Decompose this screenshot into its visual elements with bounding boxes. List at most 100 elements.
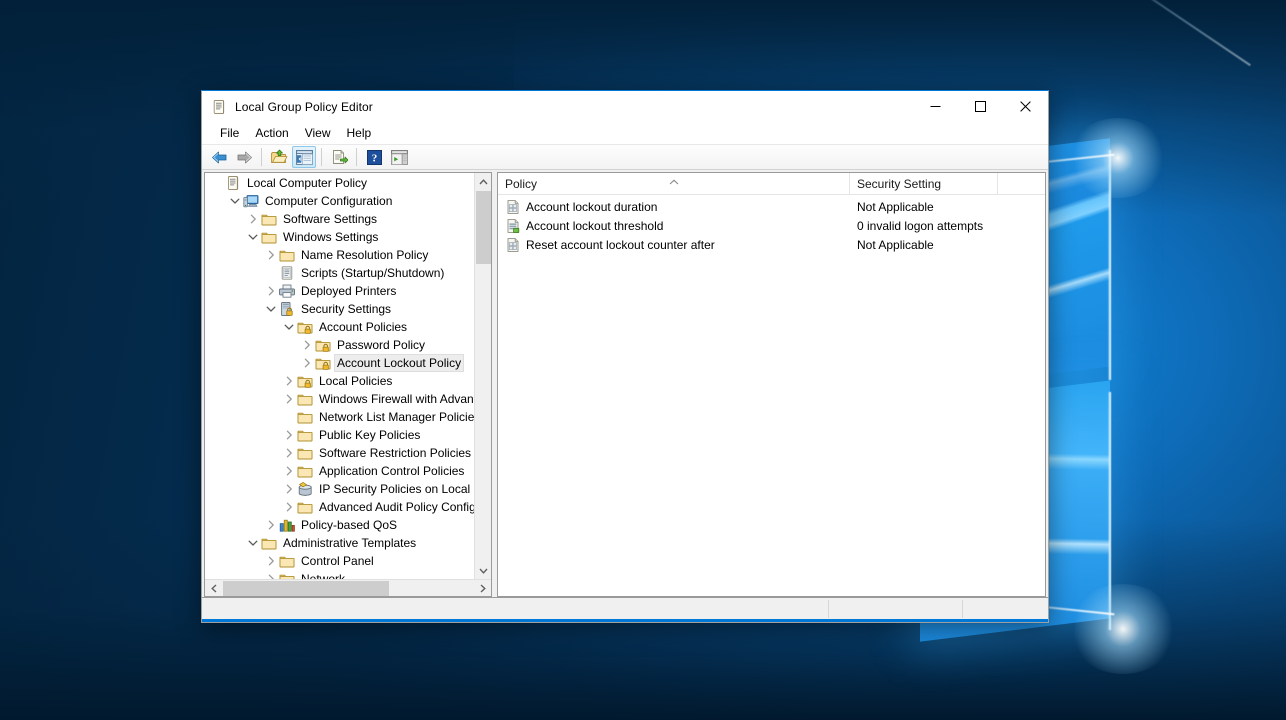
tree-item[interactable]: Software Restriction Policies bbox=[205, 444, 474, 462]
show-hide-console-tree-button[interactable] bbox=[292, 146, 316, 168]
chevron-down-icon[interactable] bbox=[263, 301, 279, 317]
tree-item[interactable]: Software Settings bbox=[205, 210, 474, 228]
maximize-button[interactable] bbox=[958, 91, 1003, 122]
tree-item[interactable]: Administrative Templates bbox=[205, 534, 474, 552]
folder-icon bbox=[261, 211, 277, 227]
chevron-right-icon[interactable] bbox=[281, 499, 297, 515]
sort-ascending-icon bbox=[668, 174, 679, 188]
tree-item[interactable]: Network bbox=[205, 570, 474, 579]
tree-item[interactable]: Public Key Policies bbox=[205, 426, 474, 444]
menu-file[interactable]: File bbox=[212, 124, 247, 142]
minimize-button[interactable] bbox=[913, 91, 958, 122]
toolbar-separator bbox=[356, 148, 357, 166]
locked-folder-icon bbox=[315, 355, 331, 371]
window-bottom-accent bbox=[202, 619, 1048, 622]
folder-icon bbox=[261, 535, 277, 551]
locked-folder-icon bbox=[315, 337, 331, 353]
column-header-security-setting[interactable]: Security Setting bbox=[850, 173, 998, 195]
chevron-right-icon[interactable] bbox=[281, 391, 297, 407]
tree-item-label: Public Key Policies bbox=[316, 427, 423, 443]
tree-item-label: Local Computer Policy bbox=[244, 175, 370, 191]
chevron-right-icon[interactable] bbox=[281, 463, 297, 479]
window-title-bar[interactable]: Local Group Policy Editor bbox=[202, 91, 1048, 122]
chevron-right-icon[interactable] bbox=[245, 211, 261, 227]
tree-item[interactable]: Advanced Audit Policy Configuration bbox=[205, 498, 474, 516]
close-button[interactable] bbox=[1003, 91, 1048, 122]
column-header-empty[interactable] bbox=[998, 173, 1045, 195]
show-hide-action-pane-button[interactable] bbox=[387, 146, 411, 168]
chevron-down-icon[interactable] bbox=[245, 229, 261, 245]
tree-vertical-scrollbar[interactable] bbox=[474, 173, 491, 579]
security-settings-icon bbox=[279, 301, 295, 317]
export-list-button[interactable] bbox=[327, 146, 351, 168]
chevron-down-icon[interactable] bbox=[245, 535, 261, 551]
tree-item-label: Software Settings bbox=[280, 211, 380, 227]
column-header-policy[interactable]: Policy bbox=[498, 173, 850, 195]
security-setting-cell: 0 invalid logon attempts bbox=[850, 219, 1045, 233]
ip-security-icon bbox=[297, 481, 313, 497]
status-pane-main bbox=[202, 598, 828, 620]
tree-scrollbar-thumb[interactable] bbox=[476, 191, 491, 264]
tree-item-label: Network List Manager Policies bbox=[316, 409, 474, 425]
chevron-right-icon[interactable] bbox=[281, 445, 297, 461]
chevron-down-icon[interactable] bbox=[227, 193, 243, 209]
tree-item[interactable]: Account Lockout Policy bbox=[205, 354, 474, 372]
chevron-right-icon[interactable] bbox=[263, 517, 279, 533]
tree-item[interactable]: IP Security Policies on Local Computer bbox=[205, 480, 474, 498]
menu-help[interactable]: Help bbox=[339, 124, 380, 142]
chevron-right-icon[interactable] bbox=[281, 481, 297, 497]
policy-document-icon bbox=[211, 99, 227, 115]
tree-item[interactable]: Computer Configuration bbox=[205, 192, 474, 210]
tree-item[interactable]: Windows Firewall with Advanced Security bbox=[205, 390, 474, 408]
folder-icon bbox=[297, 427, 313, 443]
table-row[interactable]: Reset account lockout counter afterNot A… bbox=[498, 235, 1045, 254]
tree-item[interactable]: Password Policy bbox=[205, 336, 474, 354]
tree-no-expander bbox=[281, 409, 297, 425]
tree-item[interactable]: Network List Manager Policies bbox=[205, 408, 474, 426]
tree-item[interactable]: Windows Settings bbox=[205, 228, 474, 246]
tree-item[interactable]: Security Settings bbox=[205, 300, 474, 318]
forward-button[interactable] bbox=[232, 146, 256, 168]
tree-item[interactable]: Application Control Policies bbox=[205, 462, 474, 480]
tree-horizontal-scrollbar[interactable] bbox=[205, 579, 491, 596]
chevron-right-icon[interactable] bbox=[299, 355, 315, 371]
scroll-down-arrow-icon[interactable] bbox=[475, 562, 491, 579]
tree-item[interactable]: Control Panel bbox=[205, 552, 474, 570]
folder-icon bbox=[297, 463, 313, 479]
folder-icon bbox=[297, 499, 313, 515]
up-one-level-button[interactable] bbox=[267, 146, 291, 168]
tree-scroll-region: Local Computer PolicyComputer Configurat… bbox=[205, 173, 491, 579]
chevron-down-icon[interactable] bbox=[281, 319, 297, 335]
tree-item[interactable]: Policy-based QoS bbox=[205, 516, 474, 534]
chevron-right-icon[interactable] bbox=[281, 373, 297, 389]
scroll-up-arrow-icon[interactable] bbox=[475, 173, 491, 190]
tree-item[interactable]: Account Policies bbox=[205, 318, 474, 336]
tree-item-label: Policy-based QoS bbox=[298, 517, 400, 533]
tree-item[interactable]: Name Resolution Policy bbox=[205, 246, 474, 264]
tree-item-label: Account Lockout Policy bbox=[334, 354, 464, 372]
tree-hscrollbar-thumb[interactable] bbox=[223, 581, 389, 596]
menu-action[interactable]: Action bbox=[247, 124, 296, 142]
back-button[interactable] bbox=[207, 146, 231, 168]
policy-setting-configured-icon bbox=[505, 218, 521, 234]
policy-list[interactable]: Account lockout durationNot ApplicableAc… bbox=[498, 195, 1045, 596]
menu-view[interactable]: View bbox=[297, 124, 339, 142]
chevron-right-icon[interactable] bbox=[263, 553, 279, 569]
policy-tree[interactable]: Local Computer PolicyComputer Configurat… bbox=[205, 173, 474, 579]
scroll-right-arrow-icon[interactable] bbox=[474, 580, 491, 597]
tree-item[interactable]: Local Policies bbox=[205, 372, 474, 390]
table-row[interactable]: Account lockout durationNot Applicable bbox=[498, 197, 1045, 216]
chevron-right-icon[interactable] bbox=[281, 427, 297, 443]
scroll-left-arrow-icon[interactable] bbox=[205, 580, 222, 597]
chevron-right-icon[interactable] bbox=[263, 571, 279, 579]
chevron-right-icon[interactable] bbox=[263, 283, 279, 299]
tree-item[interactable]: Deployed Printers bbox=[205, 282, 474, 300]
help-button[interactable]: ? bbox=[362, 146, 386, 168]
console-tree-pane: Local Computer PolicyComputer Configurat… bbox=[204, 172, 492, 597]
table-row[interactable]: Account lockout threshold0 invalid logon… bbox=[498, 216, 1045, 235]
chevron-right-icon[interactable] bbox=[299, 337, 315, 353]
tree-item[interactable]: Local Computer Policy bbox=[205, 174, 474, 192]
tree-item[interactable]: Scripts (Startup/Shutdown) bbox=[205, 264, 474, 282]
tree-item-label: Security Settings bbox=[298, 301, 394, 317]
chevron-right-icon[interactable] bbox=[263, 247, 279, 263]
